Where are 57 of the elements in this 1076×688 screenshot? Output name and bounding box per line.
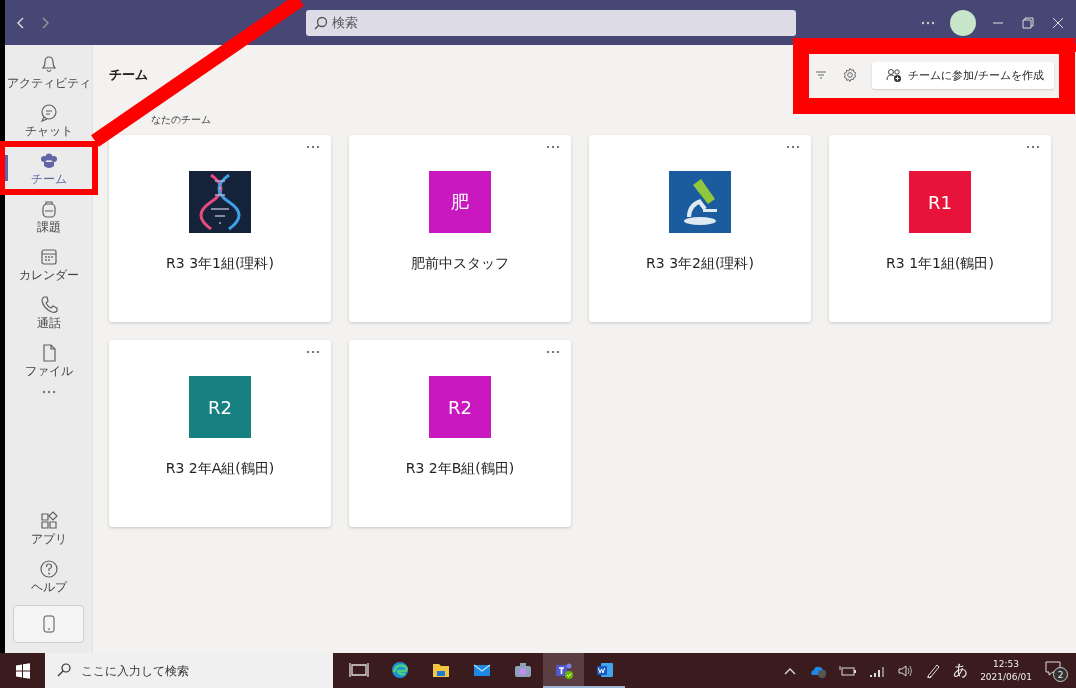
search-field[interactable]: 検索 [306,9,796,36]
notification-count: 2 [1053,667,1068,682]
dna-helix-picture [189,171,251,233]
team-name: R3 1年1組(鶴田) [886,255,994,273]
restore-icon[interactable] [1020,14,1036,31]
team-avatar: R2 [429,376,491,438]
rail-tab[interactable]: アプリ [5,507,92,549]
team-name: R3 3年2組(理科) [646,255,754,273]
rail-tab[interactable]: アクティビティ [5,51,92,93]
team-card[interactable]: R2 R3 2年A組(鶴田) [109,340,331,527]
section-heading: なたのチーム [151,113,212,127]
taskbar-app-button[interactable] [543,653,584,688]
team-card[interactable]: 肥 肥前中スタッフ [349,135,571,322]
team-card[interactable]: R3 3年2組(理科) [589,135,811,322]
rail-tab[interactable]: ヘルプ [5,555,92,597]
windows-logo-icon [14,662,31,679]
search-icon [314,15,328,30]
avatar-icon[interactable] [950,9,976,36]
people-add-icon [886,67,903,83]
team-name: R3 2年A組(鶴田) [165,460,275,478]
more-options-icon[interactable] [1025,143,1041,151]
rail-tab[interactable]: チーム [5,147,92,189]
rail-tab[interactable]: ファイル [5,339,92,381]
battery-plug-icon[interactable] [839,663,858,678]
rail-tab[interactable]: チャット [5,99,92,141]
team-card[interactable]: R2 R3 2年B組(鶴田) [349,340,571,527]
more-options-icon[interactable] [305,143,321,151]
team-avatar: 肥 [429,171,491,233]
help-icon [37,558,60,580]
taskbar-search-field[interactable]: ここに入力して検索 [45,653,333,688]
team-name: R3 3年1組(理科) [166,255,274,273]
notification-button[interactable]: 2 [1044,659,1068,682]
page-title: チーム [109,66,148,84]
rail-tab[interactable]: カレンダー [5,243,92,285]
speaker-icon[interactable] [897,663,914,678]
more-options-icon[interactable] [785,143,801,151]
input-method-indicator[interactable]: あ [953,661,969,680]
microscope-picture [669,171,731,233]
clock[interactable]: 12:53 2021/06/01 [980,657,1032,684]
team-name: R3 2年B組(鶴田) [405,460,515,478]
pen-icon[interactable] [925,662,942,679]
settings-icon[interactable] [842,67,859,83]
team-card[interactable]: R3 3年1組(理科) [109,135,331,322]
rail-tab[interactable]: 通話 [5,291,92,333]
team-avatar: R1 [909,171,971,233]
search-icon [57,663,71,677]
join-or-create-team-button[interactable]: チームに参加/チームを作成 [872,61,1054,89]
team-avatar: R2 [189,376,251,438]
more-options-icon[interactable] [545,348,561,356]
mobile-phone-icon [42,615,55,633]
team-name: 肥前中スタッフ [411,255,509,273]
more-options-icon[interactable] [305,348,321,356]
browser-swirl-icon [389,659,410,680]
more-options-icon[interactable] [545,143,561,151]
rail-tab[interactable]: 課題 [5,195,92,237]
more-options-icon[interactable] [40,389,57,395]
team-card[interactable]: R1 R3 1年1組(鶴田) [829,135,1051,322]
